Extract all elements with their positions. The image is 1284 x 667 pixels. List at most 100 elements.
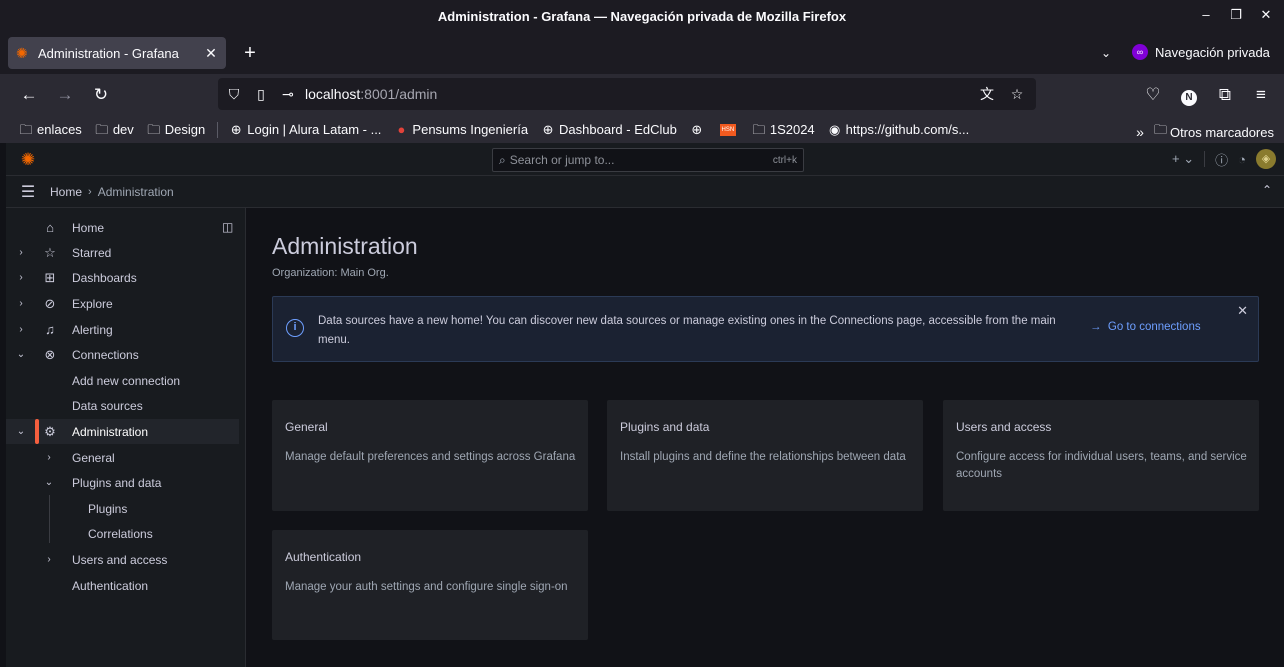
search-input[interactable]: ⌕ Search or jump to... ctrl+k xyxy=(492,148,804,172)
main-content: Administration Organization: Main Org. i… xyxy=(247,208,1284,667)
bookmark-link[interactable]: ⊕ xyxy=(689,122,708,138)
sidebar-item-label: General xyxy=(72,450,115,465)
new-tab-icon[interactable]: + xyxy=(240,42,260,64)
extensions-icon[interactable]: ⧉ xyxy=(1213,83,1237,107)
chevron-right-icon[interactable]: › xyxy=(15,247,27,258)
sidebar-item-connections[interactable]: ⌄ ⊗ Connections xyxy=(6,342,239,367)
sidebar-item-dashboards[interactable]: › ⊞ Dashboards xyxy=(6,265,239,290)
card-title: Plugins and data xyxy=(620,420,710,434)
shield-icon[interactable]: ⛉ xyxy=(223,83,245,105)
sidebar-item-alerting[interactable]: › ♫ Alerting xyxy=(6,317,239,342)
hamburger-menu-icon[interactable]: ☰ xyxy=(19,182,37,202)
sidebar-nav: ◫ ⌂ Home › ☆ Starred › ⊞ Dashboards › ⊘ … xyxy=(6,208,246,667)
maximize-icon[interactable]: ❐ xyxy=(1228,6,1244,24)
sidebar-item-label: Explore xyxy=(72,296,113,311)
url-bar[interactable]: ⛉ ▯ ⊸ localhost:8001/admin 文 ☆ xyxy=(218,78,1036,110)
chevron-right-icon[interactable]: › xyxy=(15,324,27,335)
card-users-and-access[interactable]: Users and access Configure access for in… xyxy=(943,400,1259,511)
sidebar-item-label: Alerting xyxy=(72,322,113,337)
bookmark-folder[interactable]: 🗀 enlaces xyxy=(18,122,81,138)
breadcrumb-home[interactable]: Home xyxy=(50,185,82,199)
minimize-icon[interactable]: – xyxy=(1198,6,1214,24)
bookmark-folder[interactable]: 🗀 1S2024 xyxy=(751,122,814,138)
organization-label: Organization: Main Org. xyxy=(272,267,389,279)
card-description: Configure access for individual users, t… xyxy=(956,451,1247,480)
sidebar-item-label: Users and access xyxy=(72,552,168,567)
forward-icon[interactable]: → xyxy=(53,83,77,107)
go-to-connections-link[interactable]: → Go to connections xyxy=(1090,321,1201,333)
github-icon: ◉ xyxy=(829,121,841,137)
chevron-right-icon[interactable]: › xyxy=(15,272,27,283)
card-description: Manage your auth settings and configure … xyxy=(285,581,568,593)
bookmark-folder[interactable]: 🗀 Design xyxy=(146,122,205,138)
card-plugins-and-data[interactable]: Plugins and data Install plugins and def… xyxy=(607,400,923,511)
sidebar-item-home[interactable]: ⌂ Home xyxy=(6,215,239,240)
sidebar-item-correlations[interactable]: Correlations xyxy=(6,521,239,546)
chevrons-right-icon[interactable]: » xyxy=(1136,124,1144,140)
add-new-button[interactable]: + ⌄ xyxy=(1172,151,1194,167)
home-icon: ⌂ xyxy=(46,220,54,235)
bookmark-link[interactable]: ● Pensums Ingeniería xyxy=(393,122,528,138)
translate-icon[interactable]: 文 xyxy=(976,83,998,105)
grafana-favicon-icon: ✺ xyxy=(16,45,28,61)
bookmark-star-icon[interactable]: ☆ xyxy=(1006,83,1028,105)
bookmark-link[interactable]: ⊕ Dashboard - EdClub xyxy=(540,122,677,138)
sidebar-item-plugins[interactable]: Plugins xyxy=(6,496,239,521)
bookmark-folder[interactable]: 🗀 dev xyxy=(94,122,133,138)
sidebar-item-starred[interactable]: › ☆ Starred xyxy=(6,240,239,265)
pocket-icon[interactable]: ♡ xyxy=(1141,83,1165,107)
chevron-down-icon[interactable]: ⌄ xyxy=(43,477,55,488)
help-icon[interactable]: ⓘ xyxy=(1215,150,1228,169)
bell-icon: ♫ xyxy=(45,322,55,337)
search-icon: ⌕ xyxy=(499,152,506,167)
chevron-down-icon[interactable]: ⌄ xyxy=(15,426,27,437)
sidebar-item-label: Authentication xyxy=(72,578,149,593)
card-authentication[interactable]: Authentication Manage your auth settings… xyxy=(272,530,588,640)
private-mask-icon: ∞ xyxy=(1132,44,1148,60)
url-text[interactable]: localhost:8001/admin xyxy=(305,86,437,102)
reload-icon[interactable]: ↻ xyxy=(89,83,113,107)
sidebar-item-add-new-connection[interactable]: Add new connection xyxy=(6,368,239,393)
sidebar-item-administration[interactable]: ⌄ ⚙ Administration xyxy=(6,419,239,444)
chevron-up-icon[interactable]: ⌃ xyxy=(1262,183,1272,197)
sidebar-item-general[interactable]: › General xyxy=(6,445,239,470)
card-title: General xyxy=(285,420,328,434)
close-window-icon[interactable]: ✕ xyxy=(1258,6,1274,24)
page-icon: ▯ xyxy=(257,86,265,102)
menu-icon[interactable]: ≡ xyxy=(1249,83,1273,107)
grafana-logo-icon[interactable]: ✺ xyxy=(18,150,38,170)
sidebar-item-label: Data sources xyxy=(72,398,143,413)
chevron-down-icon[interactable]: ⌄ xyxy=(15,349,27,360)
bookmark-link[interactable]: ◉ https://github.com/s... xyxy=(827,121,969,138)
page-title: Administration xyxy=(272,233,418,259)
browser-tab[interactable]: ✺ Administration - Grafana ✕ xyxy=(8,37,226,69)
sidebar-item-data-sources[interactable]: Data sources xyxy=(6,393,239,418)
card-general[interactable]: General Manage default preferences and s… xyxy=(272,400,588,511)
compass-icon: ⊘ xyxy=(44,295,56,311)
chevron-down-icon[interactable]: ⌄ xyxy=(1097,42,1115,64)
sidebar-item-plugins-and-data[interactable]: ⌄ Plugins and data xyxy=(6,470,239,495)
private-label: Navegación privada xyxy=(1155,44,1270,60)
close-alert-icon[interactable]: ✕ xyxy=(1237,303,1248,319)
account-icon[interactable]: N xyxy=(1177,83,1201,107)
sidebar-item-users-and-access[interactable]: › Users and access xyxy=(6,547,239,572)
sidebar-item-authentication[interactable]: Authentication xyxy=(6,573,239,598)
card-description: Manage default preferences and settings … xyxy=(285,451,576,463)
key-icon[interactable]: ⊸ xyxy=(277,83,299,105)
folder-icon: 🗀 xyxy=(1153,122,1167,137)
sidebar-item-explore[interactable]: › ⊘ Explore xyxy=(6,291,239,316)
bookmark-link[interactable]: HSN xyxy=(719,123,739,136)
window-controls: – ❐ ✕ xyxy=(1198,6,1274,24)
avatar[interactable]: ◈ xyxy=(1256,149,1276,169)
card-title: Authentication xyxy=(285,550,362,564)
chevron-right-icon[interactable]: › xyxy=(43,452,55,463)
other-bookmarks[interactable]: Otros marcadores xyxy=(1170,125,1274,140)
close-tab-icon[interactable]: ✕ xyxy=(204,45,218,62)
separator xyxy=(1204,151,1206,167)
chevron-right-icon[interactable]: › xyxy=(43,554,55,565)
mushroom-icon: ● xyxy=(397,121,406,137)
chevron-right-icon[interactable]: › xyxy=(15,298,27,309)
news-rss-icon[interactable]: ◔ xyxy=(1238,152,1246,167)
bookmark-link[interactable]: ⊕ Login | Alura Latam - ... xyxy=(228,122,382,138)
back-icon[interactable]: ← xyxy=(17,83,41,107)
